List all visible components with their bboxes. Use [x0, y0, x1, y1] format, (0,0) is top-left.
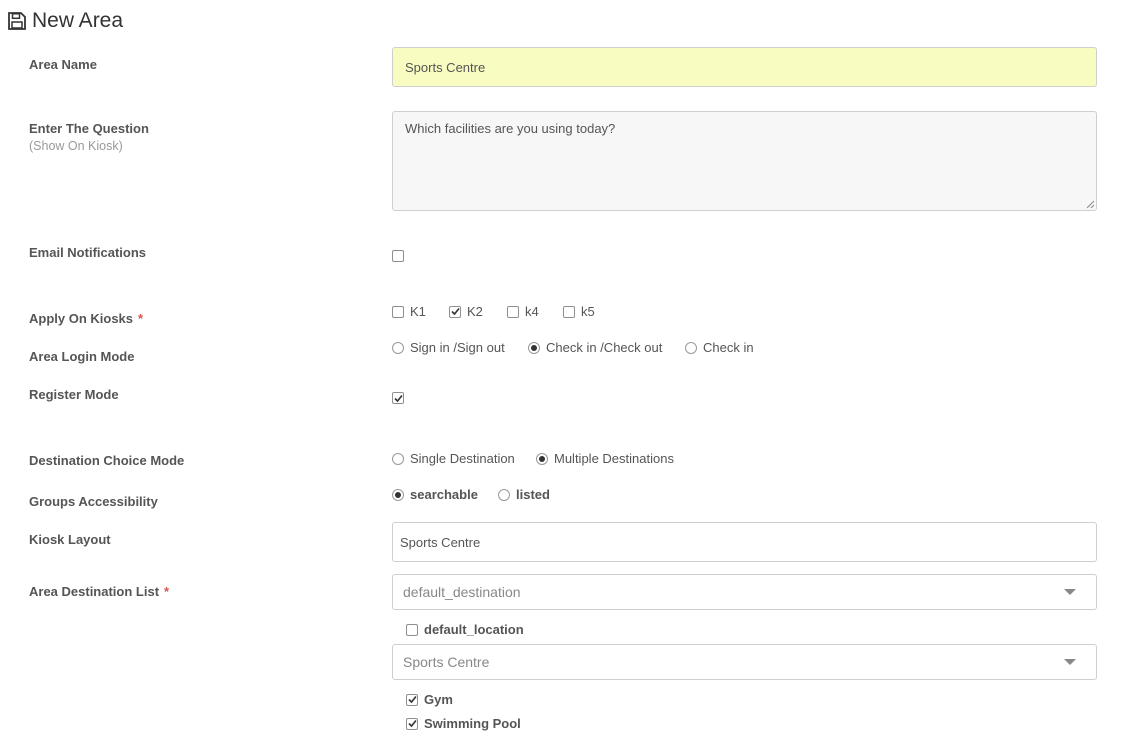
destination-multiple-radio[interactable]: [536, 452, 548, 465]
kiosk-k2-checkbox[interactable]: [449, 305, 461, 318]
chevron-down-icon: [1064, 589, 1076, 595]
kiosk-k4-checkbox[interactable]: [507, 305, 519, 318]
groups-listed-label: listed: [516, 487, 550, 502]
checkmark-icon: [407, 719, 417, 728]
kiosk-option-k5[interactable]: k5: [563, 304, 595, 319]
floppy-disk-icon: [8, 12, 26, 30]
destination-multiple[interactable]: Multiple Destinations: [536, 451, 674, 466]
page-title-text: New Area: [32, 9, 124, 32]
required-mark: *: [164, 584, 170, 599]
resize-handle-icon[interactable]: [1086, 200, 1095, 209]
area-name-input[interactable]: Sports Centre: [392, 47, 1097, 87]
kiosk-layout-value: Sports Centre: [400, 534, 481, 550]
groups-listed-radio[interactable]: [498, 488, 510, 501]
question-sublabel: (Show On Kiosk): [29, 139, 123, 153]
login-mode-checkin-checkout-label: Check in /Check out: [546, 340, 663, 355]
kiosk-k1-checkbox[interactable]: [392, 305, 404, 318]
area-name-value: Sports Centre: [405, 59, 486, 75]
email-notifications-checkbox[interactable]: [392, 250, 404, 262]
kiosk-option-k2[interactable]: K2: [449, 304, 483, 319]
groups-listed[interactable]: listed: [498, 487, 550, 502]
destination-choice-mode-label: Destination Choice Mode: [29, 453, 185, 468]
kiosk-option-k1[interactable]: K1: [392, 304, 426, 319]
facility-swimming-pool-label: Swimming Pool: [424, 716, 521, 731]
chevron-down-icon: [1064, 659, 1076, 665]
destination-select-value: default_destination: [403, 584, 521, 600]
groups-searchable[interactable]: searchable: [392, 487, 478, 502]
login-mode-checkin-checkout[interactable]: Check in /Check out: [528, 340, 662, 355]
default-location-label: default_location: [424, 622, 524, 637]
destination-single-label: Single Destination: [410, 451, 515, 466]
apply-on-kiosks-label: Apply On Kiosks *: [29, 311, 143, 326]
login-mode-checkin-label: Check in: [703, 340, 754, 355]
default-location-option[interactable]: default_location: [406, 622, 524, 637]
checkmark-icon: [393, 394, 403, 402]
area-destination-list-label: Area Destination List *: [29, 584, 169, 599]
groups-searchable-radio[interactable]: [392, 488, 404, 501]
apply-on-kiosks-label-text: Apply On Kiosks: [29, 311, 134, 326]
location-select[interactable]: Sports Centre: [392, 644, 1097, 680]
facility-gym-option[interactable]: Gym: [406, 692, 453, 707]
kiosk-k2-label: K2: [467, 304, 483, 319]
kiosk-k4-label: k4: [525, 304, 539, 319]
kiosk-k5-label: k5: [581, 304, 595, 319]
kiosk-layout-label: Kiosk Layout: [29, 532, 111, 547]
facility-gym-checkbox[interactable]: [406, 693, 418, 706]
login-mode-checkin[interactable]: Check in: [685, 340, 754, 355]
facility-gym-label: Gym: [424, 692, 453, 707]
destination-select[interactable]: default_destination: [392, 574, 1097, 610]
location-select-value: Sports Centre: [403, 654, 490, 670]
area-name-label: Area Name: [29, 57, 97, 72]
groups-accessibility-label: Groups Accessibility: [29, 494, 158, 509]
area-login-mode-label: Area Login Mode: [29, 349, 135, 364]
kiosk-k5-checkbox[interactable]: [563, 305, 575, 318]
checkmark-icon: [450, 307, 460, 316]
kiosk-layout-input[interactable]: Sports Centre: [392, 522, 1097, 562]
login-mode-checkin-radio[interactable]: [685, 341, 697, 354]
login-mode-checkin-checkout-radio[interactable]: [528, 341, 540, 354]
login-mode-signin-signout[interactable]: Sign in /Sign out: [392, 340, 505, 355]
question-textarea[interactable]: Which facilities are you using today?: [392, 111, 1097, 211]
kiosk-option-k4[interactable]: k4: [507, 304, 539, 319]
register-mode-checkbox[interactable]: [392, 392, 404, 404]
email-notifications-label: Email Notifications: [29, 245, 147, 260]
kiosk-k1-label: K1: [410, 304, 426, 319]
destination-single[interactable]: Single Destination: [392, 451, 515, 466]
facility-swimming-pool-option[interactable]: Swimming Pool: [406, 716, 521, 731]
groups-searchable-label: searchable: [410, 487, 478, 502]
required-mark: *: [138, 311, 144, 326]
page-title: New Area: [8, 6, 123, 36]
login-mode-signin-label: Sign in /Sign out: [410, 340, 505, 355]
facility-swimming-pool-checkbox[interactable]: [406, 717, 418, 730]
destination-single-radio[interactable]: [392, 452, 404, 465]
question-label: Enter The Question: [29, 121, 149, 136]
area-destination-list-label-text: Area Destination List: [29, 584, 160, 599]
destination-multiple-label: Multiple Destinations: [554, 451, 674, 466]
login-mode-signin-radio[interactable]: [392, 341, 404, 354]
register-mode-label: Register Mode: [29, 387, 119, 402]
question-value: Which facilities are you using today?: [405, 121, 616, 136]
checkmark-icon: [407, 695, 417, 704]
default-location-checkbox[interactable]: [406, 623, 418, 636]
